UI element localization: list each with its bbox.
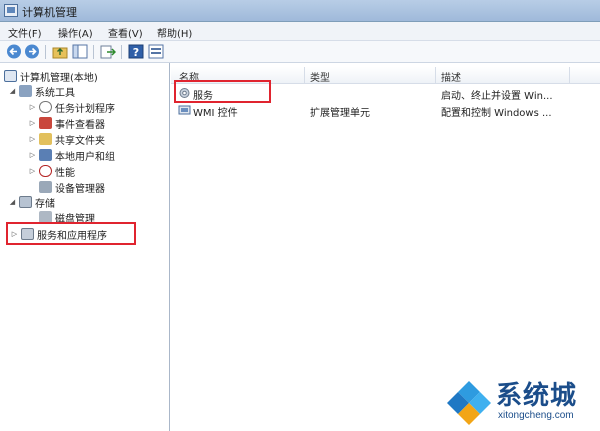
svg-text:?: ? xyxy=(133,46,139,59)
row-description: 启动、终止并设置 Win... xyxy=(441,91,553,102)
list-row-wmi-control[interactable]: WMI 控件 扩展管理单元 配置和控制 Windows ... xyxy=(171,102,600,119)
clock-icon xyxy=(39,101,52,113)
shared-folder-icon xyxy=(39,133,52,145)
users-icon xyxy=(39,149,52,161)
collapse-arrow-icon[interactable]: ◢ xyxy=(8,198,17,206)
watermark-url: xitongcheng.com xyxy=(498,410,574,421)
event-viewer-icon xyxy=(39,117,52,129)
xitongcheng-logo-icon xyxy=(446,379,492,425)
toolbar: ? xyxy=(0,41,600,63)
toolbar-separator xyxy=(121,45,122,59)
toolbar-separator xyxy=(93,45,94,59)
help-icon[interactable]: ? xyxy=(128,44,144,59)
tree-item-label: 系统工具 xyxy=(35,87,75,99)
menu-help[interactable]: 帮助(H) xyxy=(157,25,192,40)
watermark: 系统城 xitongcheng.com xyxy=(446,373,596,427)
menu-view[interactable]: 查看(V) xyxy=(108,25,143,40)
tree-item-storage[interactable]: ◢ 存储 xyxy=(8,194,55,210)
tree-item-label: 任务计划程序 xyxy=(55,103,115,115)
expand-arrow-icon[interactable]: ▷ xyxy=(28,119,37,127)
collapse-arrow-icon[interactable]: ◢ xyxy=(8,87,17,95)
properties-icon[interactable] xyxy=(148,44,164,59)
expand-arrow-icon[interactable]: ▷ xyxy=(28,103,37,111)
tree-item-task-scheduler[interactable]: ▷ 任务计划程序 xyxy=(28,99,115,115)
highlight-box-services-applications xyxy=(6,222,136,245)
tree-item-computer-management[interactable]: 计算机管理(本地) xyxy=(4,68,98,84)
tools-icon xyxy=(19,85,32,97)
tree-item-label: 性能 xyxy=(55,167,75,179)
menu-action[interactable]: 操作(A) xyxy=(58,25,93,40)
column-header-type[interactable]: 类型 xyxy=(310,69,330,84)
wmi-control-icon xyxy=(178,104,191,116)
tree-item-label: 事件查看器 xyxy=(55,119,105,131)
tree-item-event-viewer[interactable]: ▷ 事件查看器 xyxy=(28,115,105,131)
tree-item-label: 本地用户和组 xyxy=(55,151,115,163)
row-description: 配置和控制 Windows ... xyxy=(441,108,552,119)
navigation-tree: 计算机管理(本地) ◢ 系统工具 ▷ 任务计划程序 ▷ 事件查看器 ▷ 共享文件… xyxy=(0,63,170,431)
title-bar: 计算机管理 xyxy=(0,0,600,22)
expand-arrow-icon[interactable]: ▷ xyxy=(28,151,37,159)
tree-item-label: 共享文件夹 xyxy=(55,135,105,147)
highlight-box-services xyxy=(174,80,271,103)
tree-item-label: 设备管理器 xyxy=(55,183,105,195)
device-manager-icon xyxy=(39,181,52,193)
tree-item-label: 计算机管理(本地) xyxy=(20,72,98,84)
column-divider[interactable] xyxy=(569,67,570,84)
toolbar-separator xyxy=(45,45,46,59)
menu-file[interactable]: 文件(F) xyxy=(8,25,42,40)
performance-icon xyxy=(39,165,52,177)
tree-item-label: 存储 xyxy=(35,198,55,210)
computer-management-icon xyxy=(4,4,18,17)
column-divider[interactable] xyxy=(435,67,436,84)
tree-item-local-users[interactable]: ▷ 本地用户和组 xyxy=(28,147,115,163)
row-name: WMI 控件 xyxy=(193,108,238,119)
storage-icon xyxy=(19,196,32,208)
watermark-title: 系统城 xyxy=(496,381,578,411)
window-title: 计算机管理 xyxy=(22,6,77,19)
row-type: 扩展管理单元 xyxy=(310,108,370,119)
tree-item-shared-folders[interactable]: ▷ 共享文件夹 xyxy=(28,131,105,147)
tree-item-performance[interactable]: ▷ 性能 xyxy=(28,163,75,179)
expand-arrow-icon[interactable]: ▷ xyxy=(28,167,37,175)
export-list-icon[interactable] xyxy=(100,44,117,59)
computer-management-icon xyxy=(4,70,17,82)
forward-arrow-icon[interactable] xyxy=(24,44,40,59)
expand-arrow-icon[interactable]: ▷ xyxy=(28,135,37,143)
column-header-description[interactable]: 描述 xyxy=(441,69,461,84)
tree-item-device-manager[interactable]: 设备管理器 xyxy=(39,179,105,195)
column-divider[interactable] xyxy=(304,67,305,84)
menu-bar: 文件(F) 操作(A) 查看(V) 帮助(H) xyxy=(0,22,600,41)
back-arrow-icon[interactable] xyxy=(6,44,22,59)
tree-item-system-tools[interactable]: ◢ 系统工具 xyxy=(8,83,75,99)
up-folder-icon[interactable] xyxy=(52,44,68,59)
show-hide-tree-icon[interactable] xyxy=(72,44,88,59)
